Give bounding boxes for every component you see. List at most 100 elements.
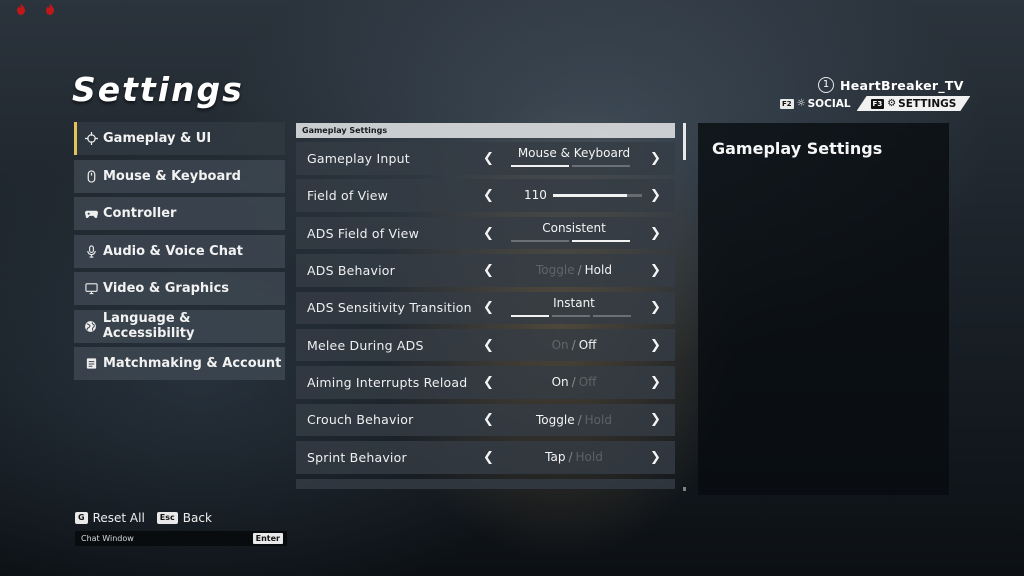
sidebar-item-video-graphics[interactable]: Video & Graphics bbox=[74, 272, 285, 305]
reset-all-button[interactable]: G Reset All bbox=[75, 511, 145, 525]
option-off: Off bbox=[578, 375, 597, 390]
user-profile[interactable]: 1 HeartBreaker_TV bbox=[818, 77, 964, 93]
option-segment bbox=[572, 165, 630, 167]
reset-key-hint: G bbox=[75, 512, 88, 524]
toggle-value: Toggle / Hold bbox=[501, 263, 647, 277]
chevron-left-icon[interactable]: ❮ bbox=[483, 254, 494, 287]
chevron-left-icon[interactable]: ❮ bbox=[483, 292, 494, 325]
fov-slider-fill bbox=[553, 194, 627, 198]
option-tap: Tap bbox=[545, 450, 566, 465]
description-panel: Gameplay Settings bbox=[698, 123, 949, 495]
setting-row-gameplay-input[interactable]: Gameplay Input ❮ Mouse & Keyboard ❯ bbox=[296, 142, 675, 175]
chevron-right-icon[interactable]: ❯ bbox=[650, 404, 661, 437]
sidebar-item-label: Controller bbox=[103, 206, 177, 221]
fov-slider[interactable] bbox=[553, 194, 642, 198]
setting-row-ads-fov[interactable]: ADS Field of View ❮ Consistent ❯ bbox=[296, 216, 675, 250]
separator: / bbox=[571, 337, 576, 352]
back-button[interactable]: Esc Back bbox=[156, 511, 212, 525]
chevron-left-icon[interactable]: ❮ bbox=[483, 441, 494, 474]
sidebar-item-label: Audio & Voice Chat bbox=[103, 243, 243, 259]
back-label: Back bbox=[182, 511, 212, 525]
chevron-right-icon[interactable]: ❯ bbox=[650, 142, 661, 175]
sidebar-item-label: Matchmaking & Account bbox=[103, 356, 282, 371]
toggle-value: Toggle / Hold bbox=[501, 413, 647, 427]
option-segment bbox=[572, 239, 630, 242]
chat-input[interactable]: Chat Window Enter bbox=[75, 531, 287, 546]
setting-value: Mouse & Keyboard bbox=[517, 146, 631, 160]
setting-row-melee-during-ads[interactable]: Melee During ADS ❮ On / Off ❯ bbox=[296, 328, 675, 362]
settings-list: Gameplay Settings Gameplay Input ❮ Mouse… bbox=[296, 123, 675, 490]
option-segment bbox=[511, 314, 549, 317]
chevron-left-icon[interactable]: ❮ bbox=[483, 142, 494, 175]
option-hold: Hold bbox=[584, 412, 612, 427]
social-key-hint: F2 bbox=[780, 98, 794, 109]
setting-row-ads-sensitivity-transition[interactable]: ADS Sensitivity Transition ❮ Instant ❯ bbox=[296, 291, 675, 325]
setting-row-field-of-view[interactable]: Field of View ❮ 110 ❯ bbox=[296, 179, 675, 212]
setting-label: Aiming Interrupts Reload bbox=[307, 375, 468, 391]
sidebar-item-controller[interactable]: Controller bbox=[74, 197, 285, 230]
setting-label: Field of View bbox=[307, 188, 389, 204]
setting-row-ads-behavior[interactable]: ADS Behavior ❮ Toggle / Hold ❯ bbox=[296, 254, 675, 287]
sidebar: Gameplay & UI Mouse & Keyboard Controlle… bbox=[74, 122, 285, 385]
microphone-icon bbox=[84, 244, 98, 258]
toggle-value: On / Off bbox=[501, 338, 647, 352]
tab-social[interactable]: F2 ☼ SOCIAL bbox=[780, 98, 851, 110]
option-off: Off bbox=[578, 337, 597, 352]
chevron-left-icon[interactable]: ❮ bbox=[483, 217, 494, 250]
tab-settings-label: SETTINGS bbox=[898, 97, 957, 110]
option-indicator bbox=[511, 314, 631, 317]
sidebar-item-language-accessibility[interactable]: Language & Accessibility bbox=[74, 309, 285, 343]
setting-row-aiming-interrupts-reload[interactable]: Aiming Interrupts Reload ❮ On / Off ❯ bbox=[296, 366, 675, 399]
chevron-right-icon[interactable]: ❯ bbox=[650, 441, 661, 474]
option-on: On bbox=[551, 337, 569, 352]
option-segment bbox=[511, 165, 569, 167]
gear-icon: ⚙ bbox=[887, 98, 897, 109]
social-icon: ☼ bbox=[796, 98, 806, 109]
back-key-hint: Esc bbox=[156, 512, 178, 524]
flame-icon bbox=[16, 3, 26, 15]
separator: / bbox=[577, 263, 582, 278]
option-toggle: Toggle bbox=[536, 263, 575, 278]
chevron-left-icon[interactable]: ❮ bbox=[483, 404, 494, 437]
sidebar-item-mouse-keyboard[interactable]: Mouse & Keyboard bbox=[74, 159, 285, 193]
chevron-right-icon[interactable]: ❯ bbox=[650, 366, 661, 399]
setting-label: Melee During ADS bbox=[307, 337, 424, 353]
setting-row-crouch-behavior[interactable]: Crouch Behavior ❮ Toggle / Hold ❯ bbox=[296, 403, 675, 437]
option-hold: Hold bbox=[575, 450, 603, 465]
gamepad-icon bbox=[84, 207, 98, 221]
option-toggle: Toggle bbox=[536, 412, 575, 427]
setting-value: Instant bbox=[553, 295, 595, 310]
chevron-left-icon[interactable]: ❮ bbox=[483, 329, 494, 362]
separator: / bbox=[568, 450, 573, 465]
setting-row-sprint-behavior[interactable]: Sprint Behavior ❮ Tap / Hold ❯ bbox=[296, 441, 675, 474]
chevron-right-icon[interactable]: ❯ bbox=[650, 179, 661, 212]
chevron-right-icon[interactable]: ❯ bbox=[650, 217, 661, 250]
chevron-left-icon[interactable]: ❮ bbox=[483, 366, 494, 399]
option-hold: Hold bbox=[584, 263, 612, 278]
chevron-left-icon[interactable]: ❮ bbox=[483, 179, 494, 212]
description-title: Gameplay Settings bbox=[712, 139, 883, 158]
setting-label: Gameplay Input bbox=[307, 150, 410, 166]
scrollbar-thumb[interactable] bbox=[683, 123, 686, 160]
tab-settings[interactable]: F3 ⚙ SETTINGS bbox=[857, 96, 971, 111]
monitor-icon bbox=[84, 282, 98, 296]
setting-label: ADS Field of View bbox=[307, 225, 419, 241]
toggle-value: On / Off bbox=[501, 375, 647, 389]
reset-all-label: Reset All bbox=[92, 511, 145, 525]
sidebar-item-label: Language & Accessibility bbox=[102, 311, 195, 341]
setting-label: ADS Behavior bbox=[307, 262, 395, 278]
flame-icon bbox=[45, 3, 55, 15]
sidebar-item-gameplay-ui[interactable]: Gameplay & UI bbox=[74, 122, 285, 155]
chat-placeholder: Chat Window bbox=[81, 534, 134, 543]
chevron-right-icon[interactable]: ❯ bbox=[650, 292, 661, 325]
chevron-right-icon[interactable]: ❯ bbox=[650, 254, 661, 287]
sidebar-item-label: Gameplay & UI bbox=[103, 131, 212, 146]
sidebar-item-audio-voice[interactable]: Audio & Voice Chat bbox=[74, 234, 285, 268]
option-indicator bbox=[511, 239, 630, 242]
chevron-right-icon[interactable]: ❯ bbox=[650, 329, 661, 362]
option-on: On bbox=[551, 375, 569, 390]
option-segment bbox=[511, 239, 569, 242]
footer-hints: G Reset All Esc Back bbox=[75, 511, 224, 525]
sidebar-item-matchmaking-account[interactable]: Matchmaking & Account bbox=[74, 347, 285, 380]
tab-social-label: SOCIAL bbox=[807, 97, 851, 110]
